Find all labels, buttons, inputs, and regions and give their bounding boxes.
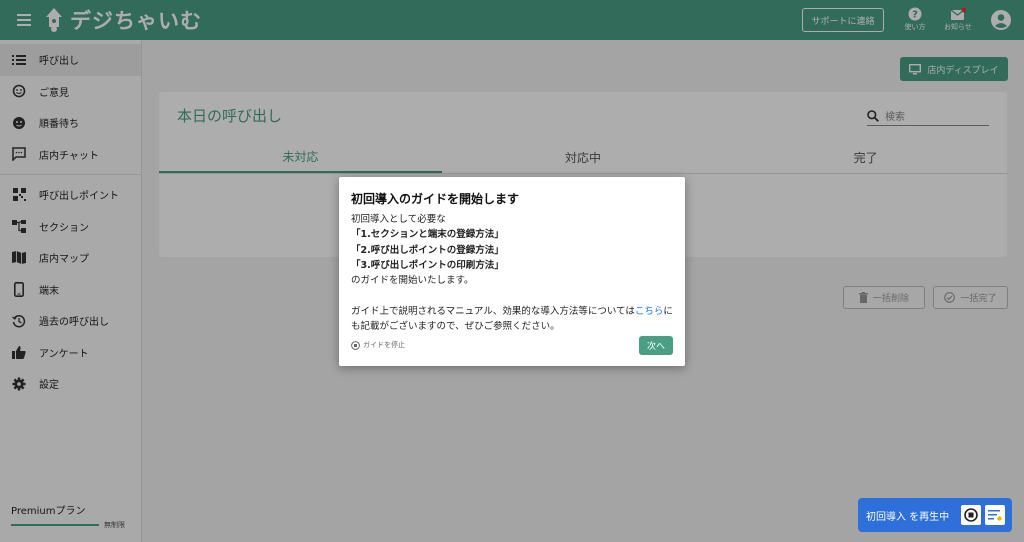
dialog-step: 「1.セクションと端末の登録方法」 [351, 229, 504, 241]
next-button[interactable]: 次へ [639, 336, 673, 355]
notes-icon [988, 510, 1002, 521]
stop-guide-button[interactable]: ガイドを停止 [351, 340, 405, 350]
dialog-note-text: ガイド上で説明されるマニュアル、効果的な導入方法等については [351, 305, 635, 317]
dialog-step: 「2.呼び出しポイントの登録方法」 [351, 244, 504, 256]
dialog-title: 初回導入のガイドを開始します [351, 192, 520, 206]
guide-start-dialog: 初回導入のガイドを開始します 初回導入として必要な 「1.セクションと端末の登録… [339, 177, 685, 366]
stop-guide-label: ガイドを停止 [363, 341, 405, 349]
stop-circle-icon [351, 340, 360, 350]
dialog-body: 初回導入として必要な 「1.セクションと端末の登録方法」 「2.呼び出しポイント… [351, 212, 676, 334]
replay-menu-button[interactable] [985, 505, 1005, 525]
guide-replay-panel: 初回導入 を再生中 [858, 498, 1012, 532]
stop-icon [964, 508, 978, 522]
replay-status-label: 初回導入 を再生中 [866, 511, 950, 523]
dialog-text: のガイドを開始いたします。 [351, 275, 474, 287]
replay-stop-button[interactable] [961, 505, 981, 525]
dialog-step: 「3.呼び出しポイントの印刷方法」 [351, 259, 504, 271]
dialog-note: ガイド上で説明されるマニュアル、効果的な導入方法等についてはこちらにも記載がござ… [351, 304, 676, 335]
manual-link[interactable]: こちら [635, 306, 664, 317]
dialog-text: 初回導入として必要な [351, 214, 446, 225]
